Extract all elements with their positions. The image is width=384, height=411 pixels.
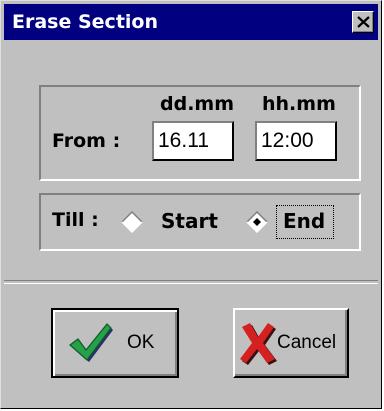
from-time-field[interactable]: 12:00 (255, 121, 337, 161)
time-column-header: hh.mm (262, 93, 336, 115)
cancel-button[interactable]: Cancel (233, 308, 349, 378)
close-button[interactable] (352, 11, 374, 33)
checkmark-icon (69, 323, 113, 362)
radio-start[interactable] (121, 211, 143, 233)
close-x-icon (357, 16, 370, 28)
till-label: Till : (52, 209, 99, 231)
from-date-field[interactable]: 16.11 (152, 121, 234, 161)
ok-label: OK (127, 332, 155, 353)
erase-section-dialog: Erase Section dd.mm hh.mm From : 16.11 1… (0, 0, 382, 409)
ok-button[interactable]: OK (51, 308, 179, 378)
dialog-title: Erase Section (12, 11, 158, 33)
cancel-label: Cancel (277, 332, 337, 353)
title-bar: Erase Section (4, 4, 378, 40)
from-label: From : (52, 130, 121, 152)
radio-start-label[interactable]: Start (161, 209, 218, 233)
separator (4, 280, 378, 284)
radio-end[interactable] (246, 211, 268, 233)
red-x-icon (240, 323, 277, 365)
date-column-header: dd.mm (160, 93, 235, 115)
radio-end-label[interactable]: End (283, 209, 325, 233)
